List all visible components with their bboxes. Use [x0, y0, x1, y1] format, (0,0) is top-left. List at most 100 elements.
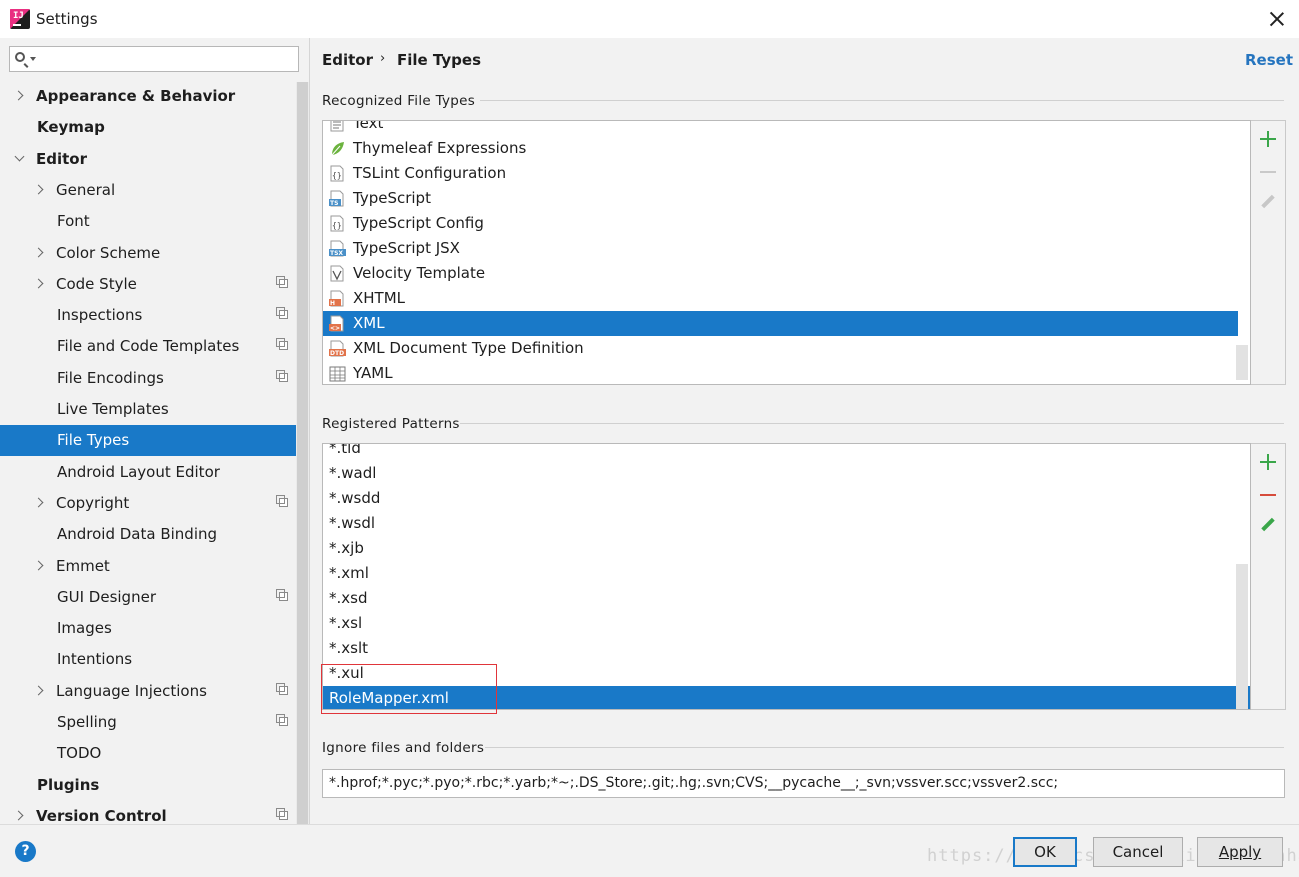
- svg-text:<>: <>: [330, 325, 340, 332]
- file-type-row[interactable]: Text: [323, 121, 1238, 136]
- sidebar-item-language-injections[interactable]: Language Injections: [0, 676, 296, 707]
- sidebar-scrollbar-thumb[interactable]: [297, 82, 308, 824]
- pattern-label: *.xslt: [329, 639, 369, 657]
- chevron-right-icon[interactable]: [33, 497, 44, 508]
- sidebar-item-plugins[interactable]: Plugins: [0, 770, 296, 801]
- sidebar-item-file-types[interactable]: File Types: [0, 425, 296, 456]
- patterns-scrollbar-thumb[interactable]: [1236, 564, 1248, 709]
- ignore-files-input[interactable]: *.hprof;*.pyc;*.pyo;*.rbc;*.yarb;*~;.DS_…: [322, 769, 1285, 798]
- sidebar-item-general[interactable]: General: [0, 175, 296, 206]
- file-type-row[interactable]: H XHTML: [323, 286, 1238, 311]
- dtd-file-icon: DTD: [329, 340, 346, 357]
- svg-text:TS: TS: [330, 200, 338, 207]
- yaml-table-icon: [329, 365, 346, 382]
- file-type-label: XHTML: [353, 289, 406, 307]
- sidebar-item-live-templates[interactable]: Live Templates: [0, 394, 296, 425]
- edit-file-type-button[interactable]: [1257, 192, 1279, 214]
- recognized-scrollbar-thumb[interactable]: [1236, 345, 1248, 380]
- pattern-row[interactable]: *.xml: [323, 561, 1250, 586]
- pattern-label: *.xsl: [329, 614, 363, 632]
- add-file-type-button[interactable]: [1257, 128, 1279, 150]
- pattern-row[interactable]: *.wsdd: [323, 486, 1250, 511]
- file-type-row[interactable]: TSX TypeScript JSX: [323, 236, 1238, 261]
- close-icon[interactable]: [1262, 4, 1292, 34]
- apply-button-label: Apply: [1218, 843, 1262, 861]
- sidebar-item-code-style[interactable]: Code Style: [0, 269, 296, 300]
- bottom-divider: [0, 824, 1299, 825]
- sidebar-item-appearance-behavior[interactable]: Appearance & Behavior: [0, 81, 296, 112]
- file-type-row[interactable]: Velocity Template: [323, 261, 1238, 286]
- pattern-row[interactable]: *.xsd: [323, 586, 1250, 611]
- sidebar-item-label: File and Code Templates: [57, 337, 240, 355]
- sidebar-item-spelling[interactable]: Spelling: [0, 707, 296, 738]
- pattern-row[interactable]: *.xjb: [323, 536, 1250, 561]
- pattern-row[interactable]: *.wsdl: [323, 511, 1250, 536]
- xml-file-icon: <>: [329, 315, 345, 332]
- sidebar-item-android-data-binding[interactable]: Android Data Binding: [0, 519, 296, 550]
- chevron-right-icon[interactable]: [33, 184, 44, 195]
- file-type-row[interactable]: <> XML: [323, 311, 1238, 336]
- chevron-down-icon[interactable]: [14, 151, 25, 162]
- file-type-row[interactable]: {} TypeScript Config: [323, 211, 1238, 236]
- recognized-toolbar: [1251, 120, 1286, 385]
- sidebar-item-label: File Types: [57, 431, 130, 449]
- sidebar-item-android-layout-editor[interactable]: Android Layout Editor: [0, 457, 296, 488]
- registered-patterns-title: Registered Patterns: [322, 416, 460, 432]
- json-file-icon: {}: [329, 215, 345, 232]
- sidebar-item-label: General: [56, 181, 116, 199]
- sidebar-item-todo[interactable]: TODO: [0, 738, 296, 769]
- reset-link[interactable]: Reset: [1245, 51, 1293, 69]
- thymeleaf-leaf-icon: [329, 140, 345, 157]
- cancel-button[interactable]: Cancel: [1093, 837, 1183, 867]
- sidebar-item-label: Android Data Binding: [57, 525, 218, 543]
- chevron-down-icon[interactable]: [30, 57, 36, 61]
- recognized-file-types-list[interactable]: Text Thymeleaf Expressions {} TSLint Config…: [322, 120, 1251, 385]
- svg-text:H: H: [330, 300, 335, 307]
- pattern-row[interactable]: *.xslt: [323, 636, 1250, 661]
- file-type-row[interactable]: TS TypeScript: [323, 186, 1238, 211]
- pattern-row[interactable]: *.wadl: [323, 461, 1250, 486]
- chevron-right-icon[interactable]: [33, 278, 44, 289]
- add-pattern-button[interactable]: [1257, 451, 1279, 473]
- file-type-row[interactable]: YAML: [323, 361, 1238, 384]
- sidebar-item-font[interactable]: Font: [0, 206, 296, 237]
- sidebar-item-label: Version Control: [36, 807, 167, 825]
- sidebar-item-intentions[interactable]: Intentions: [0, 644, 296, 675]
- sidebar-item-inspections[interactable]: Inspections: [0, 300, 296, 331]
- sidebar-item-copyright[interactable]: Copyright: [0, 488, 296, 519]
- sidebar-item-images[interactable]: Images: [0, 613, 296, 644]
- sidebar-item-label: Font: [57, 212, 90, 230]
- search-input[interactable]: [9, 46, 299, 72]
- sidebar-item-file-encodings[interactable]: File Encodings: [0, 363, 296, 394]
- file-type-row[interactable]: {} TSLint Configuration: [323, 161, 1238, 186]
- sidebar-item-label: GUI Designer: [57, 588, 156, 606]
- sidebar-item-keymap[interactable]: Keymap: [0, 112, 296, 143]
- chevron-right-icon[interactable]: [13, 90, 24, 101]
- chevron-right-icon[interactable]: [33, 247, 44, 258]
- remove-file-type-button[interactable]: [1257, 161, 1279, 183]
- ok-button[interactable]: OK: [1013, 837, 1077, 867]
- sidebar-item-file-and-code-templates[interactable]: File and Code Templates: [0, 331, 296, 362]
- sidebar-item-gui-designer[interactable]: GUI Designer: [0, 582, 296, 613]
- file-type-row[interactable]: Thymeleaf Expressions: [323, 136, 1238, 161]
- chevron-right-icon[interactable]: [33, 560, 44, 571]
- apply-button[interactable]: Apply: [1197, 837, 1283, 867]
- edit-pattern-button[interactable]: [1257, 515, 1279, 537]
- section-divider: [480, 100, 1284, 101]
- sidebar-item-editor[interactable]: Editor: [0, 144, 296, 175]
- pattern-row[interactable]: *.xsl: [323, 611, 1250, 636]
- svg-text:{}: {}: [332, 221, 342, 230]
- sidebar-item-emmet[interactable]: Emmet: [0, 551, 296, 582]
- remove-pattern-button[interactable]: [1257, 484, 1279, 506]
- project-scope-icon: [276, 307, 288, 319]
- file-type-row[interactable]: DTD XML Document Type Definition: [323, 336, 1238, 361]
- pattern-row[interactable]: *.tld: [323, 444, 1250, 461]
- project-scope-icon: [276, 495, 288, 507]
- chevron-right-icon[interactable]: [13, 810, 24, 821]
- help-icon[interactable]: ?: [15, 841, 36, 862]
- chevron-right-icon[interactable]: [33, 685, 44, 696]
- sidebar-item-color-scheme[interactable]: Color Scheme: [0, 238, 296, 269]
- typescript-file-icon: TS: [329, 190, 345, 207]
- sidebar-item-version-control[interactable]: Version Control: [0, 801, 296, 832]
- pattern-label: *.wsdd: [329, 489, 381, 507]
